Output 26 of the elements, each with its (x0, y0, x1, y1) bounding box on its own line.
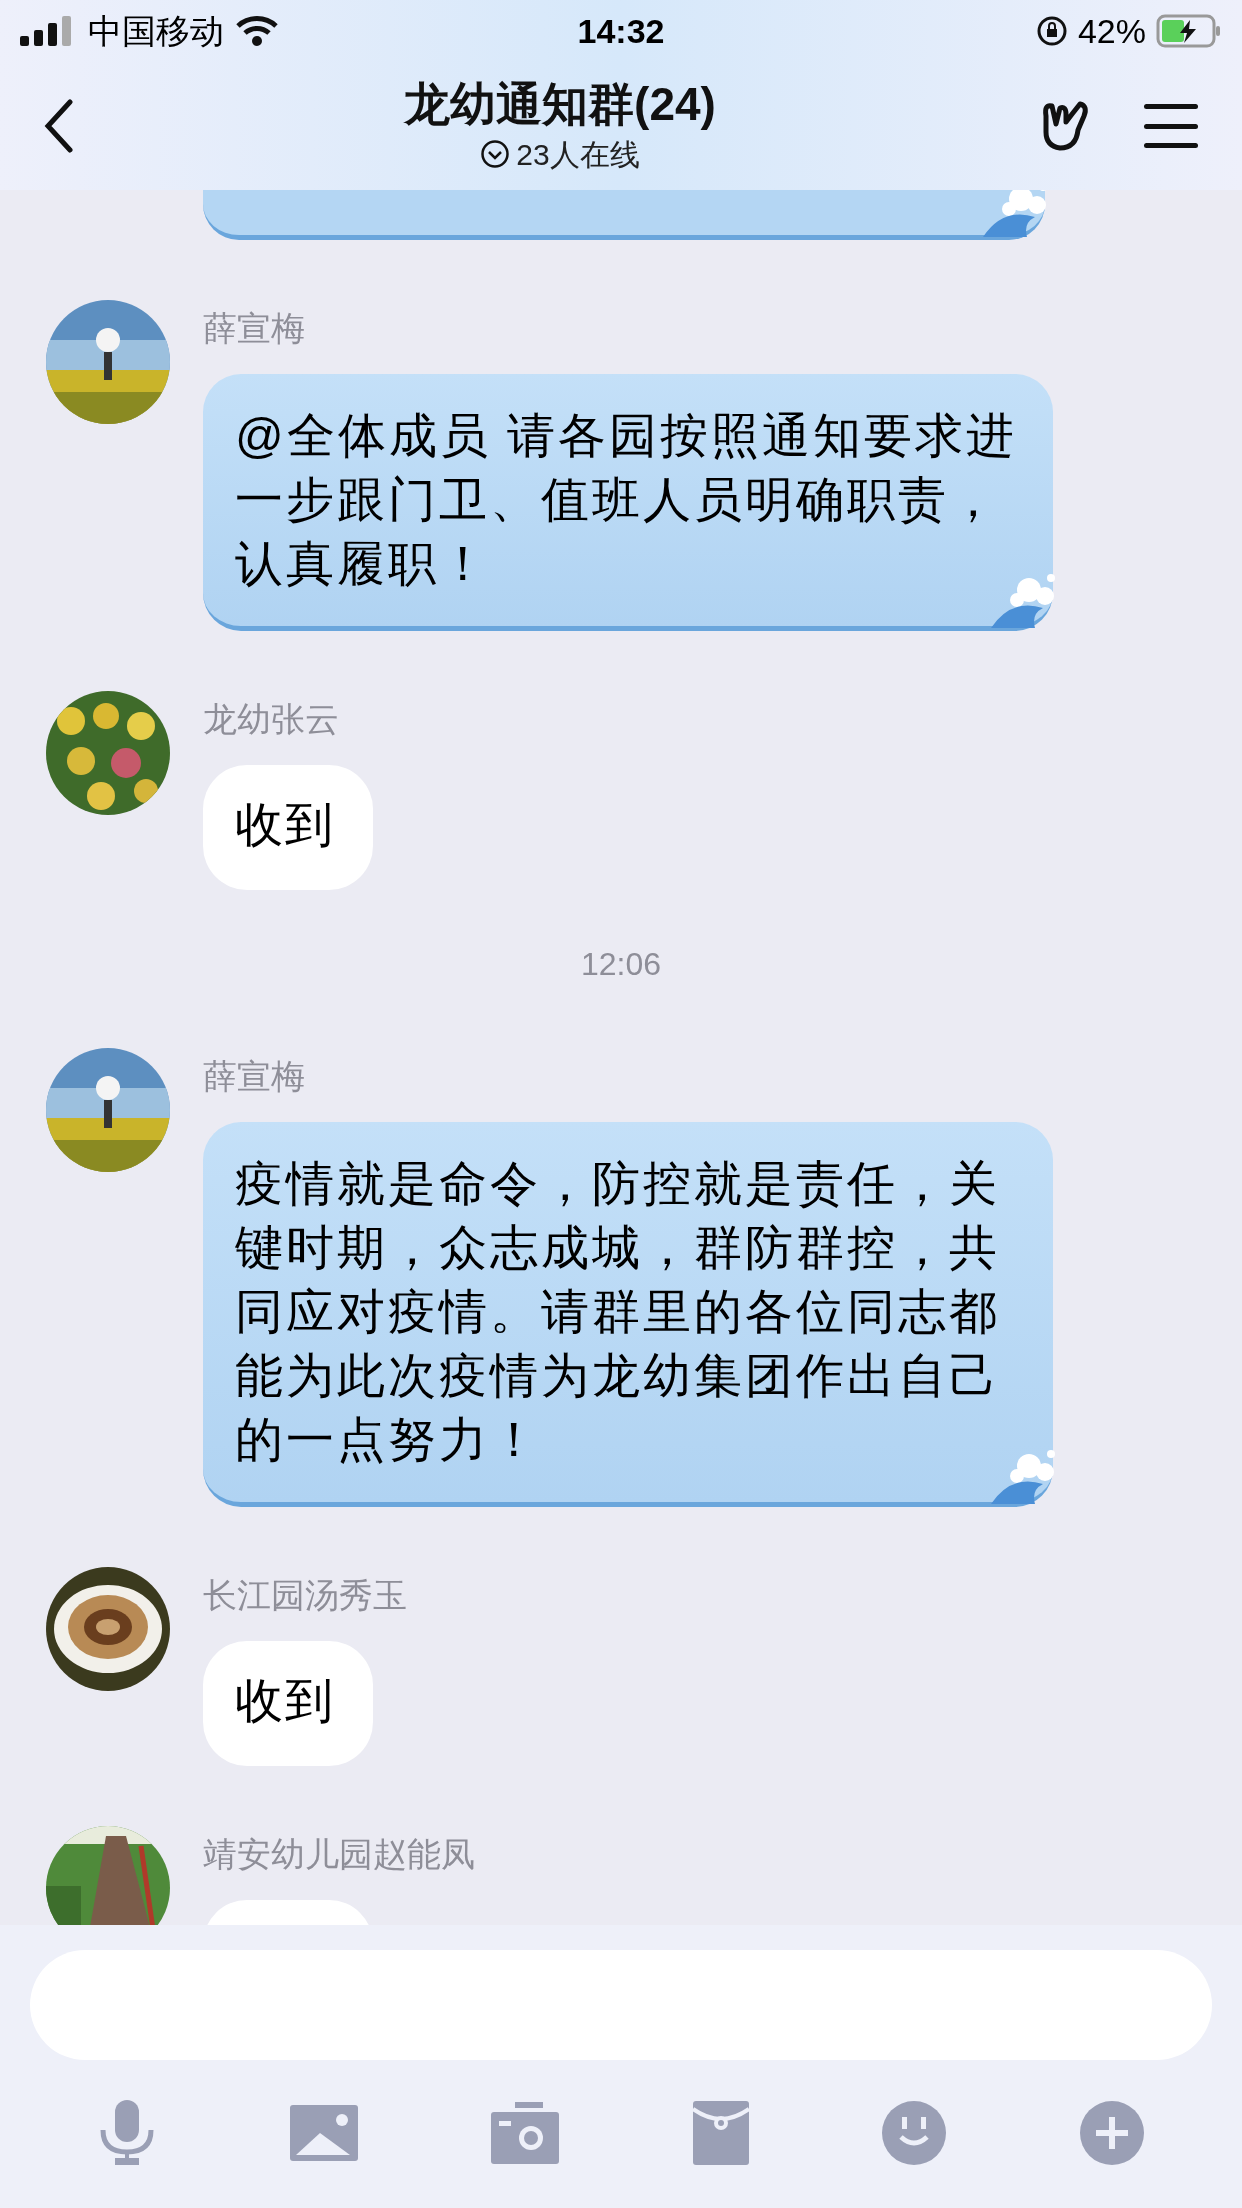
emoji-icon[interactable] (882, 2101, 947, 2165)
message-text: 收到 (235, 1674, 335, 1727)
plus-icon[interactable] (1079, 2101, 1144, 2165)
message-text: 疫情就是命令，防控就是责任，关键时期，众志成城，群防群控，共同应对疫情。请群里的各位同志都能为此次疫情为龙幼集团作出自己的一点努力！ (235, 1157, 1000, 1466)
envelope-icon[interactable] (692, 2101, 749, 2165)
online-count: 23人在线 (516, 136, 640, 173)
message-text: @全体成员 请各园按照通知要求进一步跟门卫、值班人员明确职责，认真履职！ (235, 409, 1018, 590)
chevron-down-icon[interactable] (480, 139, 511, 169)
sender-name: 薛宣梅 (203, 1056, 306, 1097)
menu-button[interactable] (1144, 104, 1198, 148)
sender-name: 龙幼张云 (203, 699, 340, 740)
carrier-name: 中国移动 (88, 10, 224, 52)
battery-icon (1156, 14, 1222, 48)
sender-name: 靖安幼儿园赵能凤 (203, 1834, 475, 1875)
group-title: 龙幼通知群(24) (404, 76, 716, 132)
wifi-icon (236, 16, 278, 46)
microphone-icon[interactable] (98, 2100, 156, 2166)
camera-icon[interactable] (491, 2102, 560, 2164)
sender-name: 长江园汤秀玉 (203, 1575, 407, 1616)
message-text: 收到 (235, 798, 335, 851)
timestamp: 12:06 (580, 945, 662, 984)
image-icon[interactable] (289, 2105, 358, 2161)
rotation-lock-icon (1035, 15, 1068, 47)
sender-name: 薛宣梅 (203, 308, 306, 349)
status-time: 14:32 (577, 10, 665, 52)
battery-percent: 42% (1077, 10, 1146, 52)
